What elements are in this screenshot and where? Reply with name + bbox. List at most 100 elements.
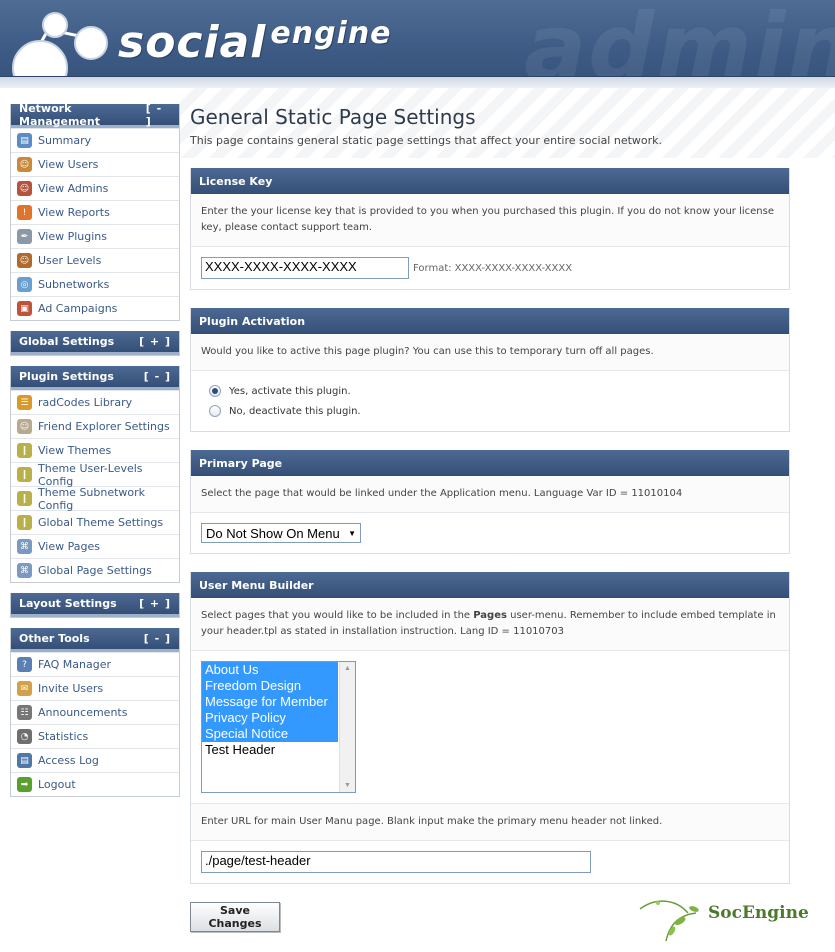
statistics-icon: ◔ [17,729,32,744]
plugin-activation-heading: Plugin Activation [191,308,789,334]
sidebar-item-label: FAQ Manager [38,658,112,671]
globe-icon: ◎ [17,277,32,292]
sidebar-item-label: View Plugins [38,230,108,243]
menu-group-toggle[interactable]: [ - ] [144,632,171,645]
theme-icon: ❙ [17,443,32,458]
menu-group: Global Settings [ + ] [10,331,180,356]
activate-no-option[interactable]: No, deactivate this plugin. [201,401,779,421]
listbox-option[interactable]: Special Notice [202,726,338,742]
license-format-label: Format: [413,262,452,274]
sidebar-item-label: Subnetworks [38,278,110,291]
sidebar-item[interactable]: ▣ Ad Campaigns [11,296,179,320]
menu-group-header[interactable]: Layout Settings [ + ] [11,593,179,617]
menu-group-header[interactable]: Network Management [ - ] [11,102,179,128]
menu-group: Plugin Settings [ - ] ☰ radCodes Library ☺ Fr… [10,366,180,583]
menu-group-toggle[interactable]: [ + ] [139,335,171,348]
socengine-footer-text: SocEngine [708,903,809,923]
sidebar-item[interactable]: ☺ Friend Explorer Settings [11,414,179,438]
listbox-option[interactable]: Freedom Design [202,678,338,694]
save-changes-button[interactable]: Save Changes [190,902,280,932]
sidebar-item[interactable]: ⌘ View Pages [11,534,179,558]
primary-page-description: Select the page that would be linked und… [191,476,789,513]
user-menu-pages-listbox[interactable]: About Us Freedom Design Message for Member… [201,661,356,793]
plugin-icon: ✒ [17,229,32,244]
sidebar-item-label: Invite Users [38,682,104,695]
sidebar-item[interactable]: ❙ Global Theme Settings [11,510,179,534]
sidebar-item-label: Global Page Settings [38,564,152,577]
sidebar-item-label: View Themes [38,444,112,457]
sidebar-item-label: Summary [38,134,92,147]
chevron-down-icon: ▼ [348,528,356,538]
sidebar-item[interactable]: ⌘ Global Page Settings [11,558,179,582]
menu-group-header[interactable]: Other Tools [ - ] [11,628,179,652]
admin-header: admin social engine [0,0,835,88]
page-icon: ⌘ [17,563,32,578]
menu-group-title: Plugin Settings [19,370,114,383]
logo-circle-small [42,12,68,38]
scroll-up-icon[interactable]: ▲ [340,665,355,672]
sidebar-item-label: User Levels [38,254,102,267]
summary-icon: ▤ [17,133,32,148]
sidebar-item-label: Ad Campaigns [38,302,118,315]
menu-group-toggle[interactable]: [ + ] [139,597,171,610]
sidebar-item[interactable]: ! View Reports [11,200,179,224]
sidebar-item-label: radCodes Library [38,396,133,409]
plugin-activation-description: Would you like to active this page plugi… [191,334,789,371]
sidebar-item[interactable]: ▤ Summary [11,128,179,152]
menu-group-toggle[interactable]: [ - ] [146,102,171,128]
sidebar-item-label: Access Log [38,754,99,767]
menu-group-header[interactable]: Global Settings [ + ] [11,331,179,355]
user-icon: ☺ [17,157,32,172]
sidebar-item[interactable]: ❙ Theme User-Levels Config [11,462,179,488]
menu-group-toggle[interactable]: [ - ] [144,370,171,383]
scroll-down-icon[interactable]: ▼ [340,782,355,789]
user-levels-icon: ☺ [17,253,32,268]
primary-page-heading: Primary Page [191,450,789,476]
listbox-option[interactable]: Privacy Policy [202,710,338,726]
sidebar-item[interactable]: ☺ View Users [11,152,179,176]
menu-group-title: Global Settings [19,335,115,348]
friends-icon: ☺ [17,419,32,434]
sidebar-item[interactable]: ☺ User Levels [11,248,179,272]
license-key-input[interactable]: XXXX-XXXX-XXXX-XXXX [201,257,409,279]
sidebar-item[interactable]: ✒ View Plugins [11,224,179,248]
social-engine-logo[interactable]: social engine [118,16,392,68]
user-menu-url-input[interactable]: ./page/test-header [201,851,591,873]
activate-yes-option[interactable]: Yes, activate this plugin. [201,381,779,401]
primary-page-select[interactable]: Do Not Show On Menu ▼ [201,523,361,543]
log-icon: ▤ [17,753,32,768]
page-icon: ⌘ [17,539,32,554]
menu-group-header[interactable]: Plugin Settings [ - ] [11,366,179,390]
theme-icon: ❙ [17,467,32,482]
sidebar-item-label: Announcements [38,706,128,719]
sidebar-item[interactable]: ☷ Announcements [11,700,179,724]
user-menu-builder-panel: User Menu Builder Select pages that you … [190,572,790,884]
invite-icon: ✉ [17,681,32,696]
page-title: General Static Page Settings [190,105,476,129]
primary-page-panel: Primary Page Select the page that would … [190,450,790,554]
listbox-option[interactable]: Test Header [202,742,338,758]
sidebar-item[interactable]: ☰ radCodes Library [11,390,179,414]
sidebar-item[interactable]: ✉ Invite Users [11,676,179,700]
listbox-scrollbar[interactable]: ▲ ▼ [339,662,355,792]
sidebar-item-label: View Reports [38,206,110,219]
license-key-panel: License Key Enter the your license key t… [190,168,790,290]
activate-no-radio[interactable] [209,405,221,417]
menu-group: Layout Settings [ + ] [10,593,180,618]
sidebar-item[interactable]: ➡ Logout [11,772,179,796]
sidebar-item[interactable]: ▤ Access Log [11,748,179,772]
activate-yes-radio[interactable] [209,385,221,397]
admin-sidebar: Network Management [ - ] ▤ Summary ☺ View Use… [10,102,180,807]
sidebar-item[interactable]: ◎ Subnetworks [11,272,179,296]
sidebar-item-label: Statistics [38,730,89,743]
sidebar-item[interactable]: ❙ Theme Subnetwork Config [11,486,179,512]
report-icon: ! [17,205,32,220]
sidebar-item[interactable]: ◔ Statistics [11,724,179,748]
listbox-option[interactable]: Message for Member [202,694,338,710]
menu-group: Network Management [ - ] ▤ Summary ☺ View Use… [10,102,180,321]
listbox-option[interactable]: About Us [202,662,338,678]
primary-page-selected: Do Not Show On Menu [206,525,340,541]
sidebar-item[interactable]: ❙ View Themes [11,438,179,462]
sidebar-item[interactable]: ☺ View Admins [11,176,179,200]
sidebar-item[interactable]: ? FAQ Manager [11,652,179,676]
